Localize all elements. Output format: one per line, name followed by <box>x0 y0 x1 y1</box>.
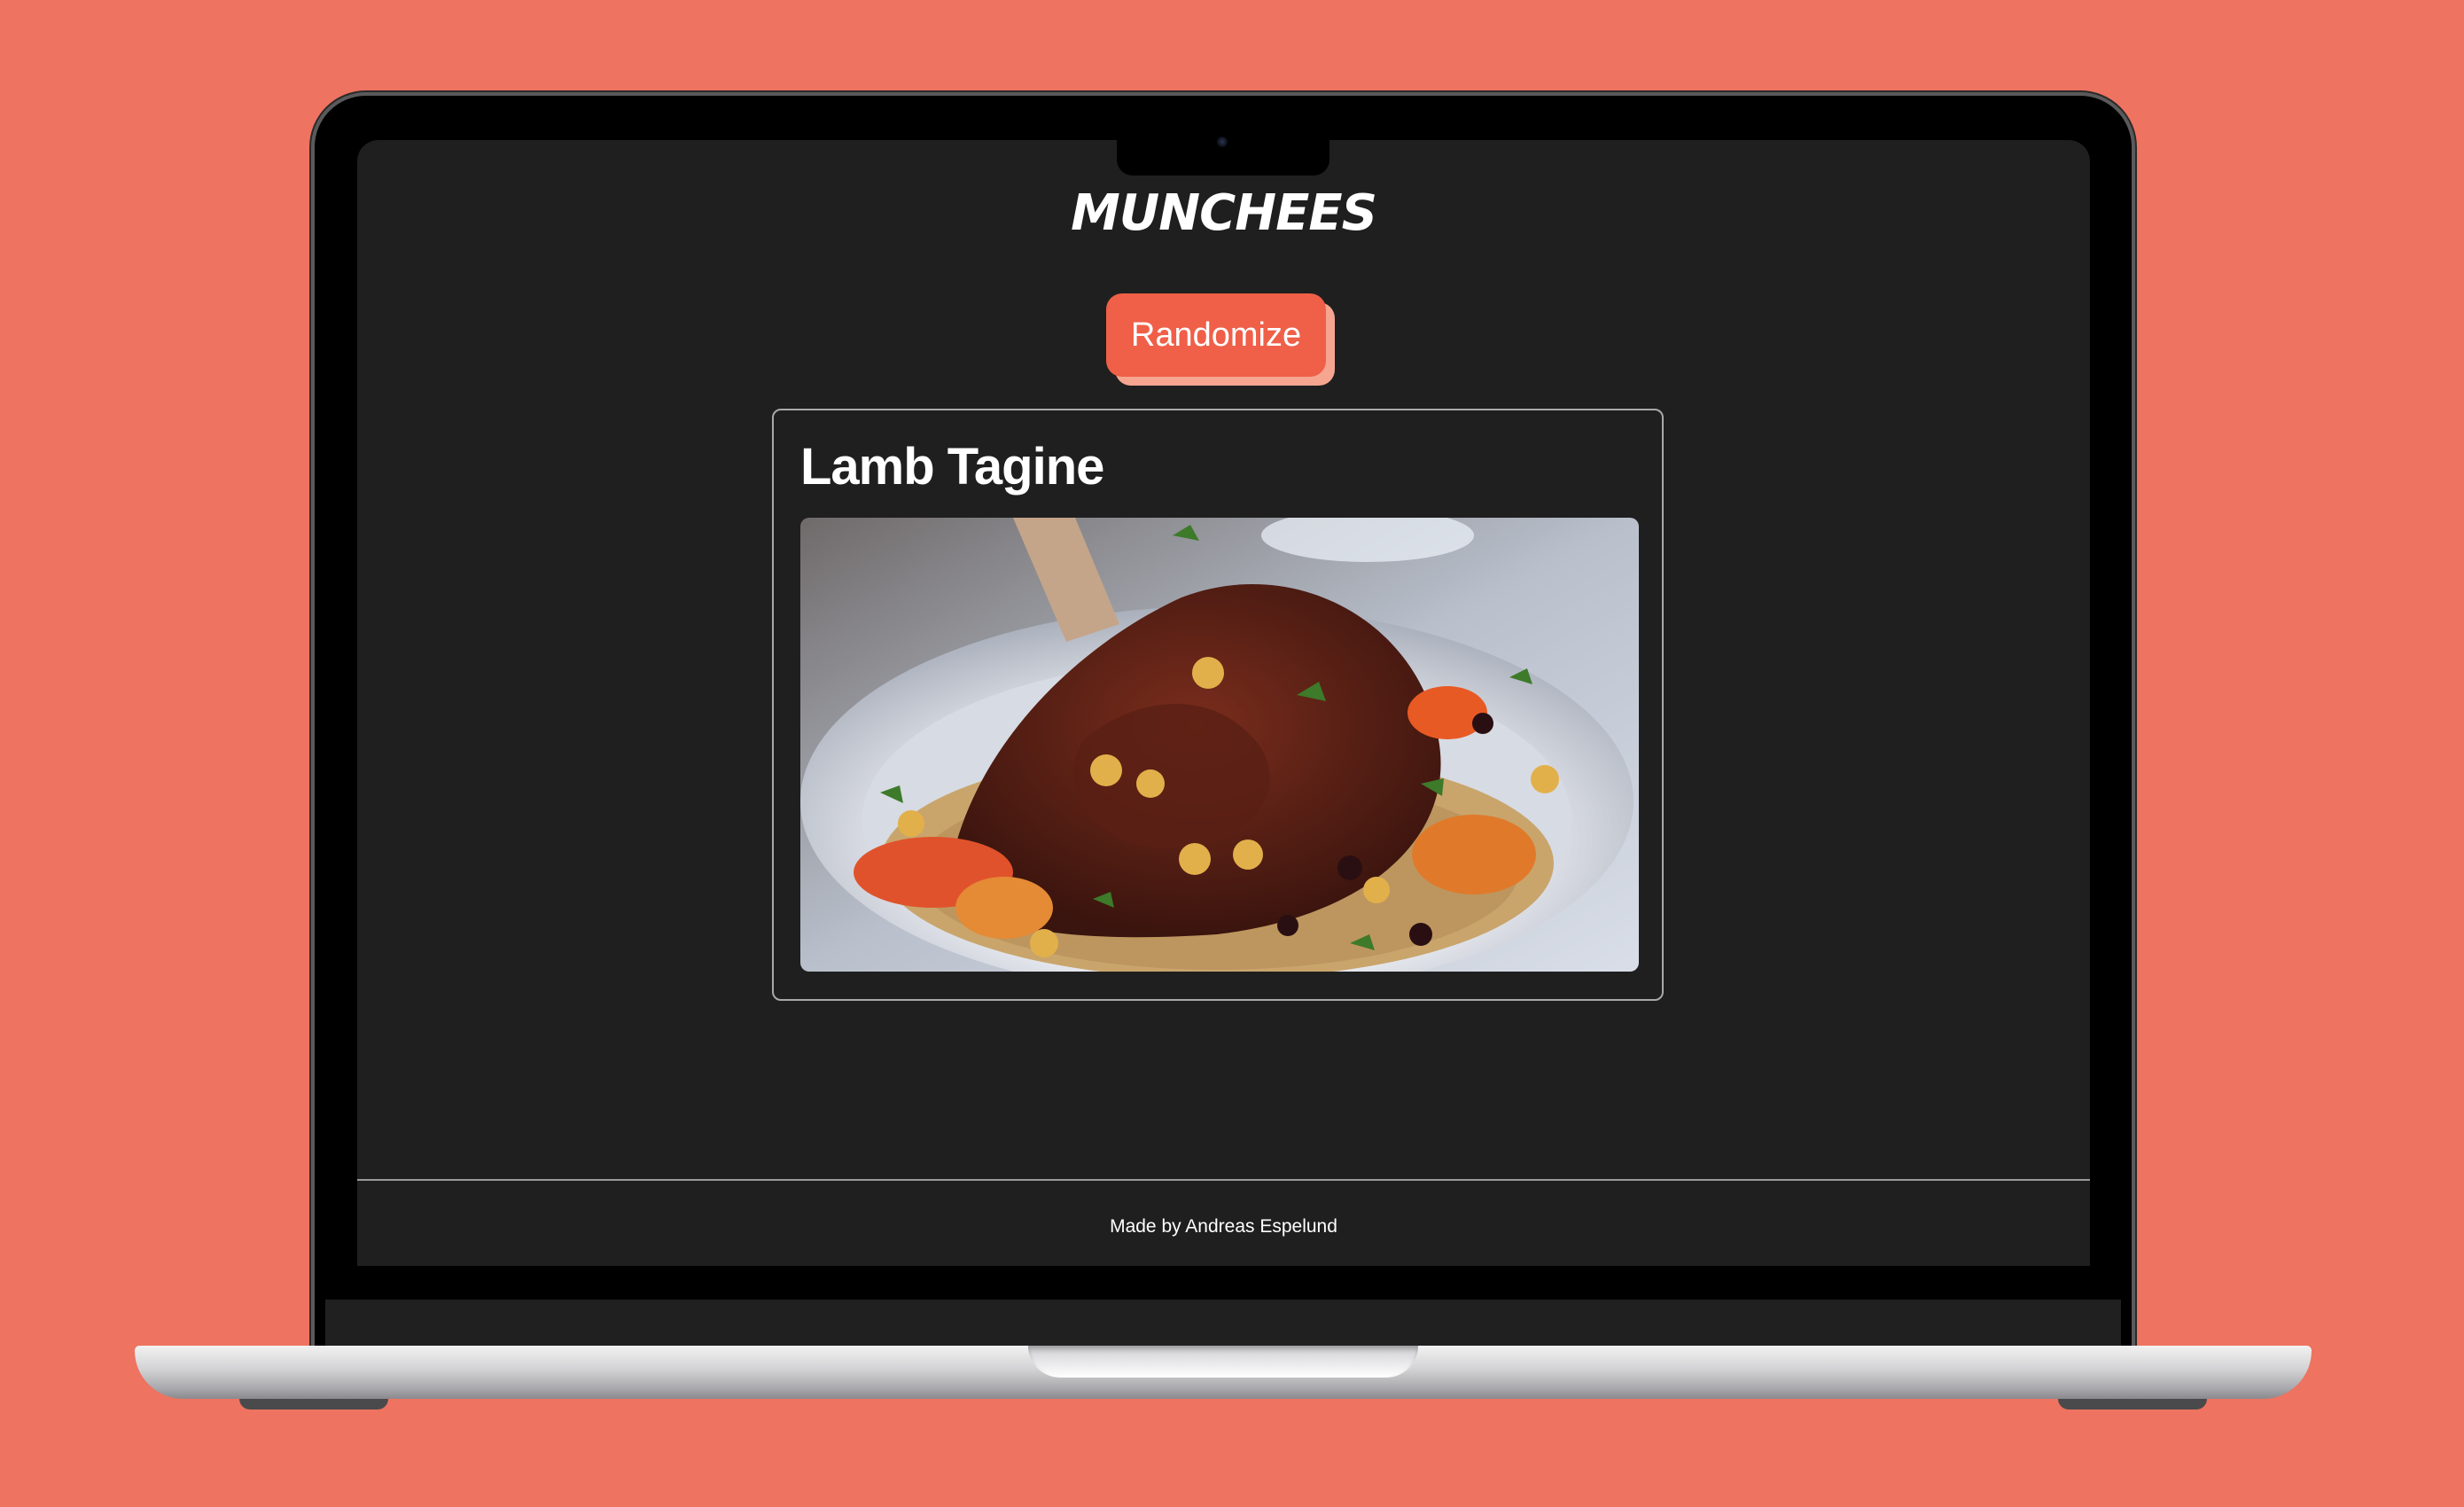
laptop-screen: MUNCHEES Randomize Lamb Tagine Made by A… <box>357 140 2090 1266</box>
recipe-title: Lamb Tagine <box>800 438 1104 496</box>
laptop-foot-left <box>239 1399 388 1409</box>
laptop-opening-notch <box>1028 1346 1418 1378</box>
randomize-button[interactable]: Randomize <box>1106 293 1326 377</box>
web-page: MUNCHEES Randomize Lamb Tagine Made by A… <box>357 140 2090 1266</box>
footer-credit: Made by Andreas Espelund <box>1110 1216 1337 1237</box>
laptop-chin <box>325 1300 2121 1347</box>
page-footer: Made by Andreas Espelund <box>357 1179 2090 1266</box>
app-logo: MUNCHEES <box>1071 184 1377 242</box>
recipe-photo <box>800 518 1639 972</box>
recipe-card: Lamb Tagine <box>772 409 1664 1001</box>
recipe-image <box>800 518 1639 972</box>
laptop-foot-right <box>2058 1399 2207 1409</box>
randomize-button-group: Randomize <box>1106 293 1335 386</box>
camera-icon <box>1217 137 1228 147</box>
